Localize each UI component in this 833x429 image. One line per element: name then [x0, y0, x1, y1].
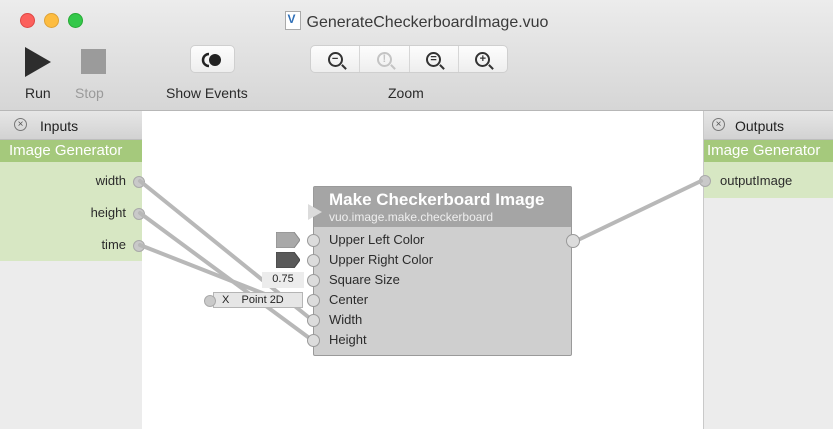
zoom-in-button[interactable]: + [459, 46, 507, 72]
show-events-button[interactable] [190, 45, 235, 73]
output-port-outputImage-dot[interactable] [699, 175, 711, 187]
show-events-label: Show Events [166, 85, 248, 101]
outputs-panel-header: × Outputs [704, 111, 833, 140]
zoom-to-fit-button[interactable]: = [410, 46, 459, 72]
toolbar: GenerateCheckerboardImage.vuo Run Stop S… [0, 0, 833, 111]
port-upper-left-color: Upper Left Color [329, 232, 425, 247]
zoom-label: Zoom [388, 85, 424, 101]
port-upper-right-color: Upper Right Color [329, 252, 434, 267]
cable-output-image[interactable] [576, 179, 703, 242]
stop-button-label: Stop [75, 85, 104, 101]
close-inputs-panel-icon[interactable]: × [14, 118, 27, 131]
center-constant-x-dot[interactable] [204, 295, 216, 307]
document-icon [284, 11, 301, 30]
refresh-port-icon[interactable] [308, 204, 322, 220]
inputs-group-title: Image Generator [0, 140, 142, 162]
zoom-out-icon: − [327, 51, 343, 67]
center-constant[interactable]: X Point 2D [213, 292, 303, 308]
input-port-height-dot[interactable] [133, 208, 145, 220]
upper-left-color-constant[interactable] [276, 232, 300, 248]
port-square-size-dot[interactable] [307, 274, 320, 287]
node-header: Make Checkerboard Image vuo.image.make.c… [308, 187, 571, 227]
input-port-time: time [101, 237, 126, 252]
port-height-dot[interactable] [307, 334, 320, 347]
port-width-dot[interactable] [307, 314, 320, 327]
outputs-group-title: Image Generator [704, 140, 833, 162]
port-center-dot[interactable] [307, 294, 320, 307]
window-title: GenerateCheckerboardImage.vuo [306, 14, 549, 31]
port-square-size: Square Size [329, 272, 400, 287]
run-button-label[interactable]: Run [25, 85, 51, 101]
zoom-to-fit-icon: = [426, 51, 442, 67]
zoom-actual-size-button: ! [360, 46, 410, 72]
inputs-panel-header: × Inputs [0, 111, 142, 140]
outputs-panel-title: Outputs [735, 118, 785, 134]
port-width: Width [329, 312, 363, 327]
zoom-control: − ! = + [310, 45, 508, 73]
zoom-out-button[interactable]: − [311, 46, 361, 72]
square-size-constant[interactable]: 0.75 [262, 272, 304, 288]
outputs-panel: × Outputs Image Generator outputImage [699, 111, 833, 429]
input-port-width: width [95, 173, 126, 188]
port-upper-left-color-dot[interactable] [307, 234, 320, 247]
actual-size-icon: ! [376, 51, 392, 67]
input-port-time-dot[interactable] [133, 240, 145, 252]
make-checkerboard-image-node[interactable]: Make Checkerboard Image vuo.image.make.c… [307, 186, 580, 356]
port-upper-right-color-dot[interactable] [307, 254, 320, 267]
port-image-output-dot[interactable] [566, 234, 580, 248]
node-title: Make Checkerboard Image [329, 190, 545, 209]
upper-right-color-constant[interactable] [276, 252, 300, 268]
outputs-group-body: outputImage [699, 162, 833, 198]
close-outputs-panel-icon[interactable]: × [712, 118, 725, 131]
zoom-in-icon: + [475, 51, 491, 67]
inputs-panel: × Inputs Image Generator width height ti… [0, 111, 145, 429]
stop-icon [81, 49, 106, 74]
input-port-height: height [90, 205, 126, 220]
run-icon[interactable] [25, 47, 51, 77]
editor-window: GenerateCheckerboardImage.vuo Run Stop S… [0, 0, 833, 429]
output-port-outputImage: outputImage [720, 173, 793, 188]
input-port-width-dot[interactable] [133, 176, 145, 188]
port-center: Center [329, 292, 369, 307]
window-title-bar: GenerateCheckerboardImage.vuo [0, 11, 833, 32]
inputs-panel-title: Inputs [40, 118, 79, 134]
inputs-group-body: width height time [0, 162, 145, 261]
port-height: Height [329, 332, 367, 347]
show-events-icon [201, 52, 221, 68]
node-class-name: vuo.image.make.checkerboard [329, 210, 494, 224]
